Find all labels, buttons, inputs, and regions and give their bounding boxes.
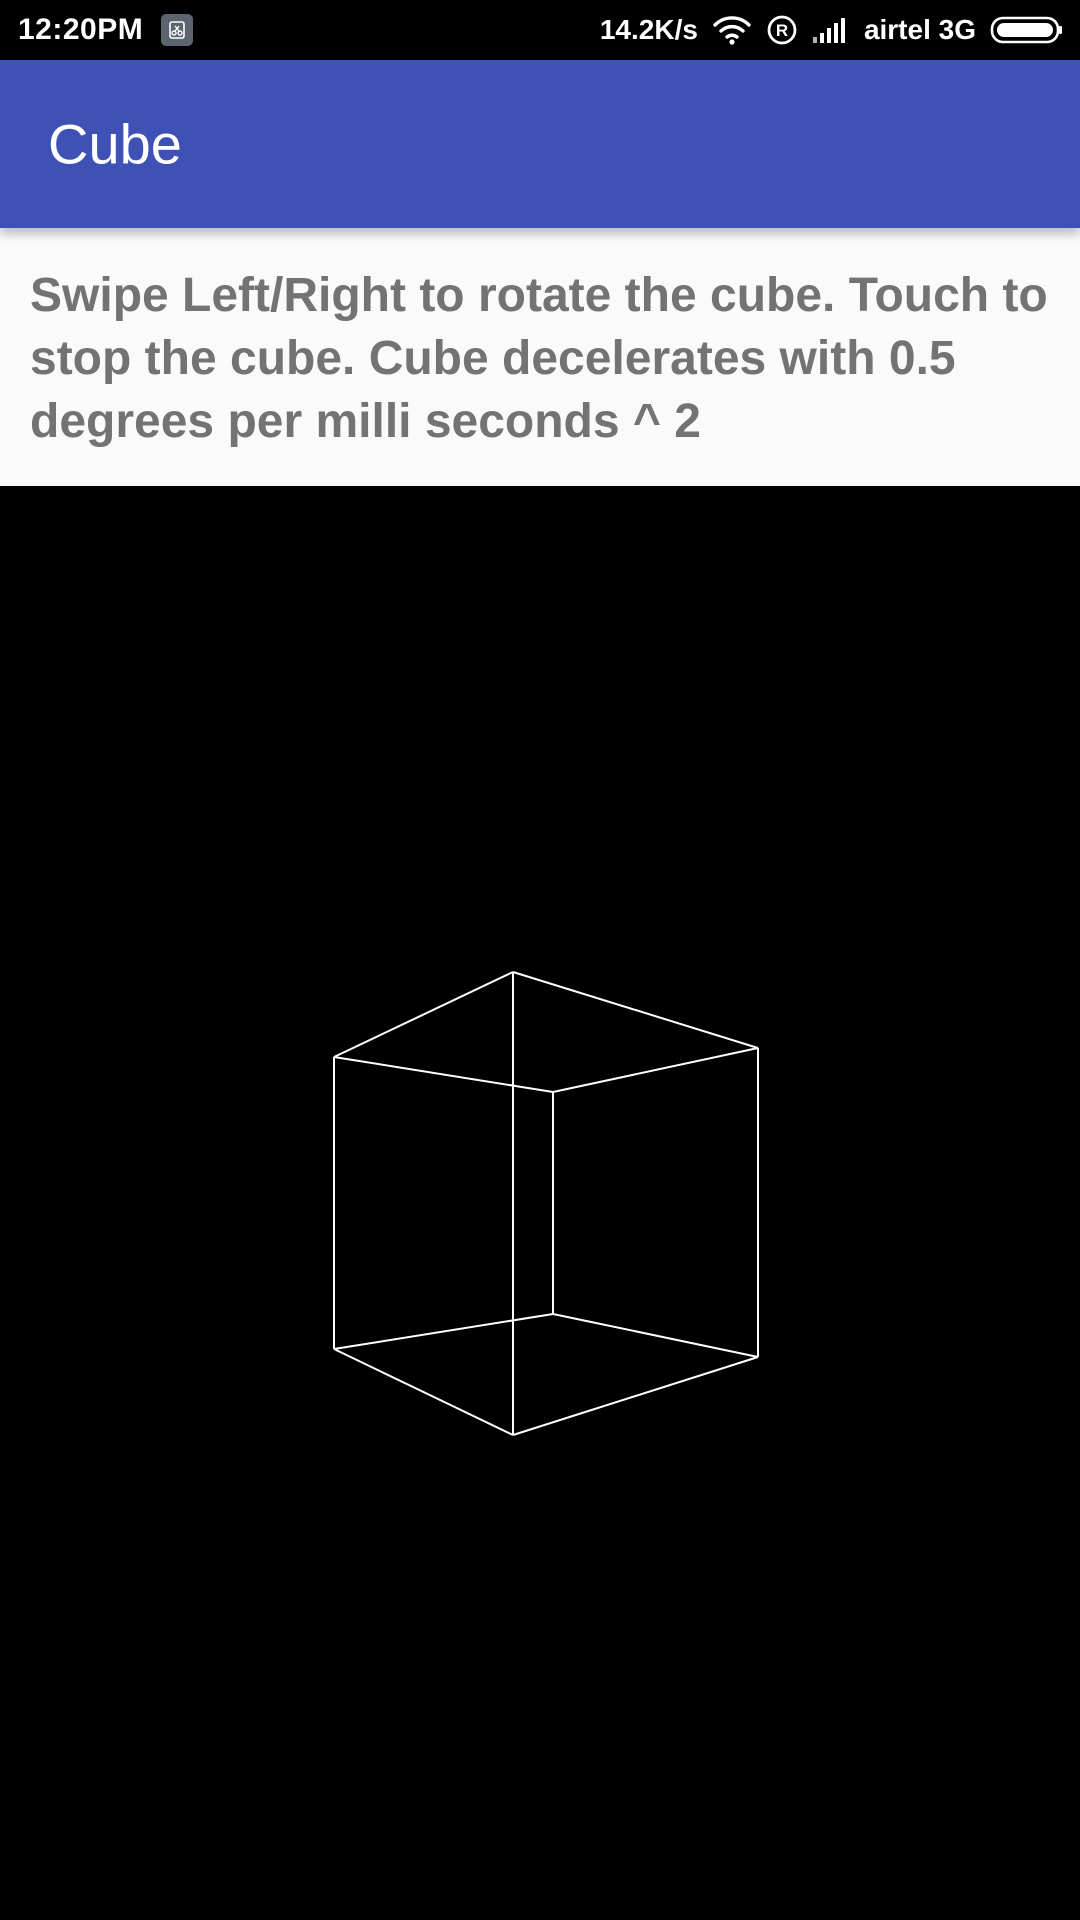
battery-icon — [990, 14, 1064, 46]
cube-canvas[interactable] — [0, 486, 1080, 1920]
screenshot-icon — [161, 14, 194, 46]
registered-roaming-icon: R — [766, 14, 798, 46]
cube-edge — [552, 1313, 759, 1358]
app-title: Cube — [48, 112, 182, 176]
cube-edge — [333, 971, 514, 1058]
instructions-panel: Swipe Left/Right to rotate the cube. Tou… — [0, 228, 1080, 486]
cube-edge — [512, 1356, 759, 1436]
cell-signal-icon — [812, 15, 850, 45]
status-right: 14.2K/s R airtel 3G — [600, 14, 1064, 46]
status-bar: 12:20PM 14.2K/s R airtel 3G — [0, 0, 1080, 60]
app-bar: Cube — [0, 60, 1080, 228]
instructions-text: Swipe Left/Right to rotate the cube. Tou… — [30, 269, 1048, 448]
wireframe-cube — [333, 971, 759, 1436]
wifi-icon — [712, 14, 752, 46]
cube-edge — [333, 1056, 554, 1093]
screen: 12:20PM 14.2K/s R airtel 3G Cube Swipe L… — [0, 0, 1080, 1920]
carrier-name: airtel 3G — [863, 14, 976, 45]
svg-text:R: R — [776, 21, 788, 40]
net-speed: 14.2K/s — [599, 14, 698, 45]
status-time: 12:20PM — [18, 13, 144, 46]
cube-edge — [333, 1348, 514, 1436]
cube-edge — [552, 1047, 759, 1093]
cube-edge — [333, 1313, 554, 1350]
cube-edge — [512, 971, 759, 1049]
